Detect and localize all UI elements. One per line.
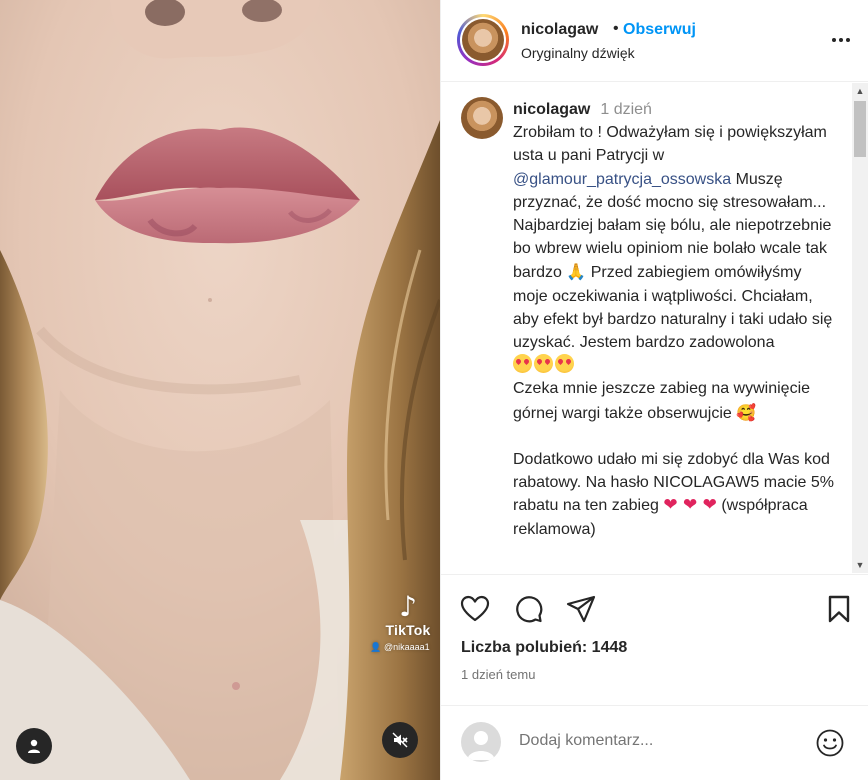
caption-username[interactable]: nicolagaw bbox=[513, 101, 590, 118]
post-media[interactable]: ♪ TikTok 👤 @nikaaaa1 bbox=[0, 0, 440, 780]
add-comment-bar bbox=[441, 705, 868, 780]
follow-button[interactable]: Obserwuj bbox=[623, 21, 696, 39]
comment-input[interactable] bbox=[519, 732, 799, 750]
caption-scrollbar[interactable]: ▲ ▼ bbox=[852, 83, 868, 573]
caption-avatar[interactable] bbox=[461, 97, 503, 139]
tiktok-user-icon: 👤 bbox=[370, 642, 385, 652]
tiktok-handle: 👤 @nikaaaa1 bbox=[370, 642, 430, 652]
author-username[interactable]: nicolagaw bbox=[521, 21, 598, 39]
heart-eyes-emoji-icon bbox=[555, 354, 574, 374]
scroll-up-icon[interactable]: ▲ bbox=[852, 83, 868, 99]
tagged-users-button[interactable] bbox=[16, 728, 52, 764]
post-actions: Liczba polubień: 1448 1 dzień temu bbox=[441, 574, 868, 780]
separator-dot: • bbox=[613, 20, 619, 37]
scrollbar-thumb[interactable] bbox=[854, 101, 866, 157]
tiktok-note-icon: ♪ bbox=[399, 590, 417, 623]
share-icon[interactable] bbox=[565, 593, 597, 625]
caption: nicolagaw 1 dzień Zrobiłam to ! Odważyłam… bbox=[513, 98, 839, 541]
likes-label: Liczba polubień: bbox=[461, 639, 588, 656]
red-hearts-emoji-icon: ❤ ❤ ❤ bbox=[663, 495, 717, 516]
mention-link[interactable]: @glamour_patrycja_ossowska bbox=[513, 171, 731, 188]
smiling-hearts-emoji-icon: 🥰 bbox=[736, 402, 757, 422]
speaker-muted-icon bbox=[392, 732, 408, 748]
comment-icon[interactable] bbox=[512, 593, 544, 625]
caption-text-1: Zrobiłam to ! Odważyłam się i powiększył… bbox=[513, 124, 832, 165]
author-avatar-story-ring[interactable] bbox=[457, 14, 509, 66]
current-user-avatar bbox=[461, 722, 501, 762]
avatar[interactable] bbox=[462, 19, 504, 61]
mute-toggle-button[interactable] bbox=[382, 722, 418, 758]
heart-eyes-emoji-icon bbox=[534, 354, 553, 374]
praying-emoji-icon: 🙏 bbox=[566, 262, 587, 282]
tiktok-brand-label: TikTok bbox=[385, 622, 431, 638]
tiktok-watermark: ♪ TikTok 👤 @nikaaaa1 bbox=[370, 590, 434, 653]
post-timestamp[interactable]: 1 dzień temu bbox=[461, 667, 535, 682]
smiley-icon[interactable] bbox=[815, 728, 845, 758]
caption-time[interactable]: 1 dzień bbox=[600, 101, 652, 118]
likes-number: 1448 bbox=[591, 639, 628, 656]
post-header: nicolagaw • Obserwuj Oryginalny dźwięk bbox=[441, 0, 868, 82]
audio-label[interactable]: Oryginalny dźwięk bbox=[521, 45, 635, 61]
post-side-panel: nicolagaw • Obserwuj Oryginalny dźwięk n… bbox=[440, 0, 868, 780]
caption-scroll-area[interactable]: nicolagaw 1 dzień Zrobiłam to ! Odważyłam… bbox=[441, 83, 853, 573]
heart-icon[interactable] bbox=[459, 593, 491, 625]
post-photo bbox=[0, 0, 440, 780]
bookmark-icon[interactable] bbox=[823, 593, 855, 625]
scroll-down-icon[interactable]: ▼ bbox=[852, 557, 868, 573]
caption-text-4: Czeka mnie jeszcze zabieg na wywinięcie … bbox=[513, 380, 815, 422]
heart-eyes-emoji-icon bbox=[513, 354, 532, 374]
likes-count[interactable]: Liczba polubień: 1448 bbox=[461, 639, 627, 657]
more-options-icon[interactable] bbox=[826, 28, 856, 52]
user-tag-icon bbox=[28, 739, 40, 753]
